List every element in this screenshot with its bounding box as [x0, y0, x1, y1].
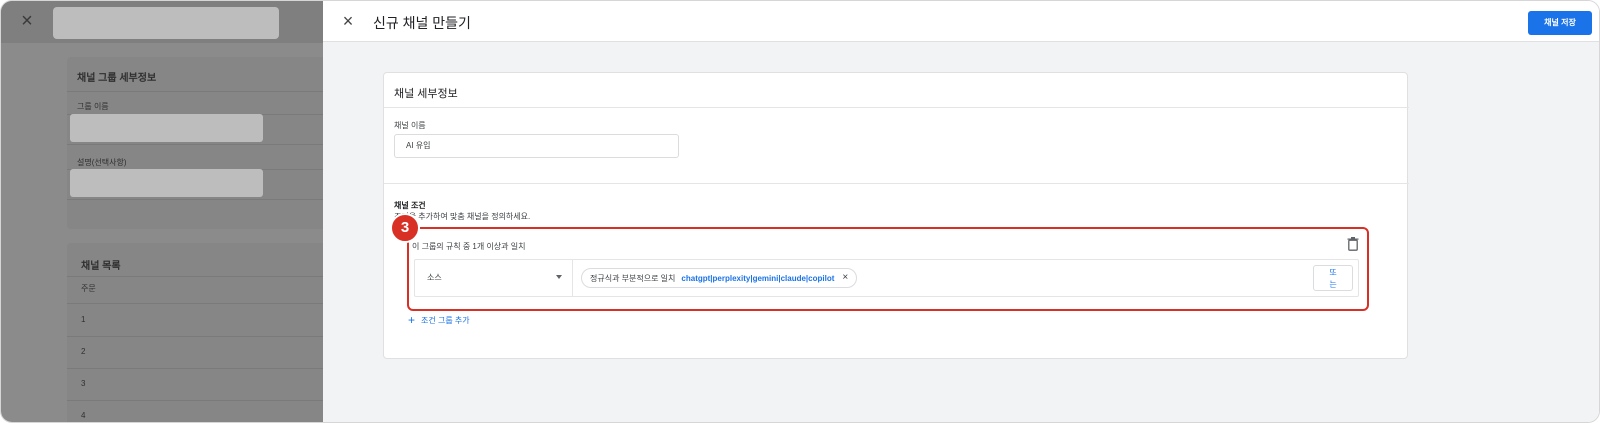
condition-group-header: 이 그룹의 규칙 중 1개 이상과 일치 — [412, 242, 526, 251]
background-divider — [67, 199, 337, 200]
channel-conditions-title: 채널 조건 — [394, 201, 426, 210]
background-description-input — [70, 169, 263, 197]
modal-title: 신규 채널 만들기 — [373, 15, 471, 31]
trash-icon[interactable] — [1347, 237, 1359, 251]
new-channel-modal: × 신규 채널 만들기 채널 저장 채널 세부정보 채널 이름 AI 유입 채널… — [323, 1, 1599, 422]
background-divider — [67, 400, 337, 401]
or-button-label-line2: 는 — [1329, 280, 1337, 289]
background-divider — [67, 144, 337, 145]
window-frame: × 채널 그룹 세부정보 그룹 이름 설명(선택사항) 채널 목록 주문 1 2… — [0, 0, 1600, 423]
channel-name-input[interactable]: AI 유입 — [394, 134, 679, 158]
background-divider — [67, 303, 337, 304]
background-search-field — [53, 7, 279, 39]
plus-icon: + — [408, 313, 416, 327]
background-list-row: 1 — [81, 315, 86, 324]
channel-name-label: 채널 이름 — [394, 121, 426, 130]
card-divider — [384, 107, 1409, 108]
background-list-row: 3 — [81, 379, 86, 388]
card-divider — [384, 183, 1409, 184]
or-button-label-line1: 또 — [1329, 268, 1337, 277]
background-list-row: 4 — [81, 411, 86, 420]
condition-chip[interactable]: 정규식과 부분적으로 일치 chatgpt|perplexity|gemini|… — [581, 268, 858, 288]
add-condition-group-button[interactable]: + 조건 그룹 추가 — [408, 314, 470, 326]
chip-remove-icon[interactable]: × — [842, 273, 848, 283]
step-number-badge: 3 — [390, 213, 420, 243]
dimension-select[interactable]: 소스 — [415, 260, 573, 296]
chip-match-type: 정규식과 부분적으로 일치 — [590, 273, 676, 283]
background-order-header: 주문 — [81, 284, 96, 293]
add-condition-group-label: 조건 그룹 추가 — [421, 315, 470, 325]
background-divider — [67, 368, 337, 369]
dimension-select-value: 소스 — [427, 273, 442, 282]
background-panel: × 채널 그룹 세부정보 그룹 이름 설명(선택사항) 채널 목록 주문 1 2… — [1, 1, 337, 422]
chip-match-value: chatgpt|perplexity|gemini|claude|copilot — [681, 273, 835, 283]
background-divider — [67, 336, 337, 337]
background-group-name-input — [70, 114, 263, 142]
background-divider — [67, 276, 337, 277]
close-icon[interactable]: × — [339, 11, 357, 31]
background-description-label: 설명(선택사항) — [77, 158, 127, 167]
background-list-row: 2 — [81, 347, 86, 356]
background-channel-list-title: 채널 목록 — [81, 261, 121, 272]
save-channel-button[interactable]: 채널 저장 — [1528, 11, 1592, 35]
background-close-icon: × — [21, 10, 33, 32]
background-group-name-label: 그룹 이름 — [77, 102, 109, 111]
background-divider — [67, 91, 337, 92]
channel-details-card: 채널 세부정보 채널 이름 AI 유입 채널 조건 조건을 추가하여 맞춤 채널… — [383, 72, 1409, 359]
modal-header: × 신규 채널 만들기 채널 저장 — [323, 1, 1599, 42]
dropdown-arrow-icon — [556, 275, 562, 279]
or-button[interactable]: 또 는 — [1313, 265, 1353, 291]
condition-rule-row: 소스 정규식과 부분적으로 일치 chatgpt|perplexity|gemi… — [414, 259, 1359, 297]
background-group-details-title: 채널 그룹 세부정보 — [77, 73, 157, 84]
channel-details-title: 채널 세부정보 — [394, 88, 458, 100]
